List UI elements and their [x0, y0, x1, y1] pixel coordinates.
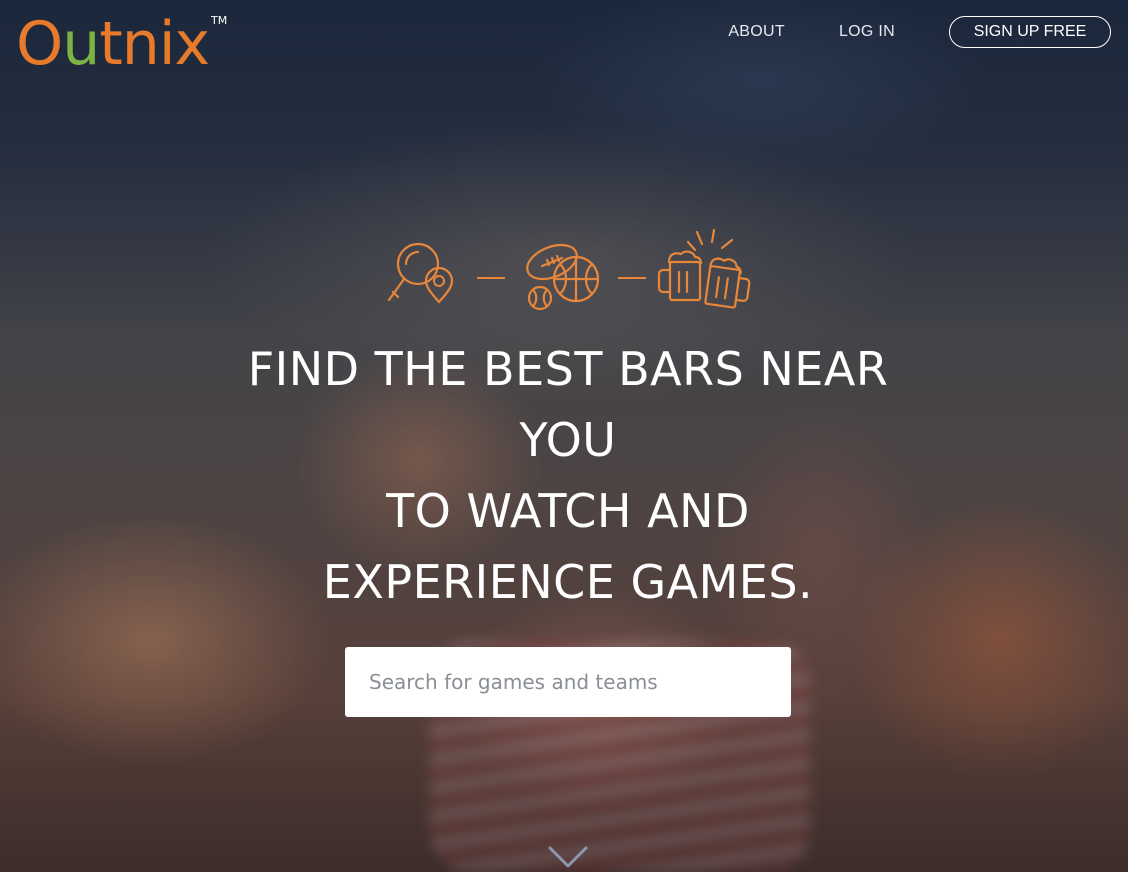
nav-login-link[interactable]: LOG IN	[839, 23, 895, 41]
logo-wordmark: O u tnix	[16, 8, 210, 80]
beer-mugs-icon	[657, 228, 751, 309]
chevron-down-icon[interactable]	[546, 842, 590, 872]
sports-balls-icon	[526, 243, 600, 311]
hero-headline: FIND THE BEST BARS NEAR YOU TO WATCH AND…	[200, 334, 936, 618]
logo-letter-o: O	[16, 9, 63, 79]
top-nav: ABOUT LOG IN SIGN UP FREE	[728, 14, 1111, 50]
feature-icons-row	[387, 228, 751, 311]
logo-letters-rest: tnix	[99, 9, 210, 79]
headline-line-1: FIND THE BEST BARS NEAR	[247, 342, 889, 396]
nav-about-link[interactable]: ABOUT	[728, 23, 785, 41]
headline-line-3: TO WATCH AND	[386, 484, 750, 538]
headline-line-4: EXPERIENCE GAMES.	[322, 555, 814, 609]
headline-line-2: YOU	[519, 413, 617, 467]
logo[interactable]: O u tnix TM	[16, 8, 227, 80]
search-input[interactable]	[345, 647, 791, 717]
signup-button[interactable]: SIGN UP FREE	[949, 16, 1111, 48]
logo-letter-u: u	[62, 9, 100, 79]
search-location-icon	[387, 242, 454, 304]
trademark-symbol: TM	[211, 14, 228, 27]
